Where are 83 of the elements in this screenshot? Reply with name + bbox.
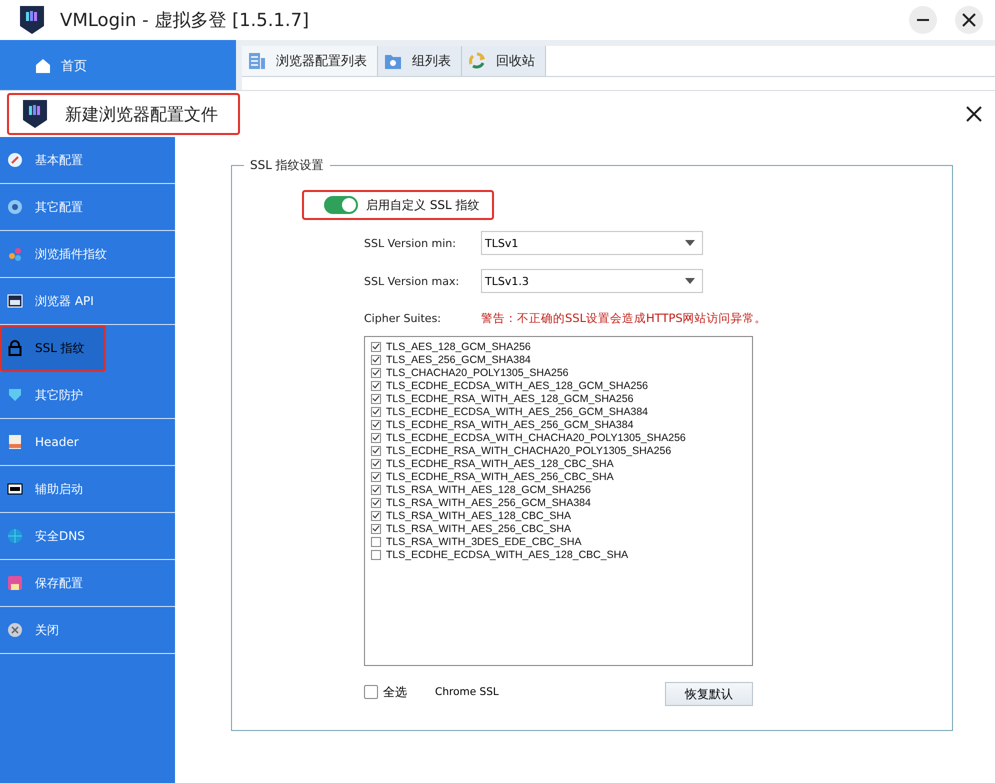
close-button[interactable]: [955, 6, 983, 34]
checkbox[interactable]: [371, 458, 381, 468]
minimize-button[interactable]: [909, 6, 937, 34]
checkbox[interactable]: [371, 342, 381, 352]
checkbox[interactable]: [371, 432, 381, 442]
field-label: SSL Version min:: [364, 236, 457, 250]
sidebar-item[interactable]: 浏览插件指纹: [0, 231, 175, 278]
group-title: SSL 指纹设置: [244, 157, 330, 174]
checkbox[interactable]: [371, 380, 381, 390]
shield-icon: [7, 387, 23, 403]
cipher-name: TLS_ECDHE_ECDSA_WITH_AES_256_GCM_SHA384: [386, 406, 648, 418]
shield-logo-icon: [18, 4, 46, 36]
checkbox-label: 全选: [383, 684, 407, 700]
cipher-name: TLS_RSA_WITH_AES_256_CBC_SHA: [386, 522, 571, 534]
cipher-name: TLS_ECDHE_RSA_WITH_AES_256_GCM_SHA384: [386, 418, 634, 430]
field-label: SSL Version max:: [364, 274, 460, 288]
padlock-icon: [7, 340, 23, 356]
sidebar-item[interactable]: 关闭: [0, 607, 175, 654]
warning-text: 警告：不正确的SSL设置会造成HTTPS网站访问异常。: [481, 311, 767, 326]
close-icon: [962, 13, 976, 27]
checkbox[interactable]: [371, 394, 381, 404]
globe-icon: [7, 528, 23, 544]
checkbox[interactable]: [371, 484, 381, 494]
tab[interactable]: 浏览器配置列表: [242, 46, 378, 76]
checkbox[interactable]: [371, 420, 381, 430]
sidebar-item[interactable]: 其它配置: [0, 184, 175, 231]
checkbox[interactable]: [371, 536, 381, 546]
cipher-name: TLS_AES_128_GCM_SHA256: [386, 340, 531, 352]
house-icon: [35, 58, 51, 74]
sidebar-item[interactable]: 保存配置: [0, 560, 175, 607]
checkbox[interactable]: [371, 498, 381, 508]
sidebar-item[interactable]: 安全DNS: [0, 513, 175, 560]
dialog-title: 新建浏览器配置文件: [65, 104, 218, 126]
close-circle-icon: [7, 622, 23, 638]
checkbox[interactable]: [371, 524, 381, 534]
checkbox[interactable]: [364, 685, 378, 699]
checkbox[interactable]: [371, 406, 381, 416]
list-icon: [248, 52, 266, 70]
cipher-name: TLS_ECDHE_ECDSA_WITH_AES_128_CBC_SHA: [386, 548, 628, 560]
home-nav-item[interactable]: 首页: [0, 40, 236, 75]
cipher-name: TLS_ECDHE_RSA_WITH_CHACHA20_POLY1305_SHA256: [386, 444, 672, 456]
window-title: VMLogin - 虚拟多登 [1.5.1.7]: [60, 9, 310, 32]
shield-logo-icon: [21, 98, 49, 130]
cipher-name: TLS_RSA_WITH_AES_128_CBC_SHA: [386, 510, 571, 522]
toggle-label: 启用自定义 SSL 指纹: [366, 196, 480, 214]
sidebar-item[interactable]: Header: [0, 419, 175, 466]
toggle-switch[interactable]: [324, 196, 358, 214]
sidebar-item[interactable]: 辅助启动: [0, 466, 175, 513]
version-dropdown[interactable]: TLSv1.3: [481, 269, 703, 293]
cipher-name: TLS_RSA_WITH_AES_128_GCM_SHA256: [386, 484, 591, 496]
field-label: Cipher Suites:: [364, 312, 442, 325]
cipher-name: TLS_AES_256_GCM_SHA384: [386, 354, 531, 366]
api-window-icon: [7, 293, 23, 309]
checkbox[interactable]: [371, 446, 381, 456]
cipher-name: TLS_ECDHE_ECDSA_WITH_CHACHA20_POLY1305_SHA256: [386, 432, 686, 444]
cipher-name: TLS_CHACHA20_POLY1305_SHA256: [386, 366, 568, 378]
cipher-name: TLS_ECDHE_RSA_WITH_AES_256_CBC_SHA: [386, 470, 614, 482]
cipher-name: TLS_RSA_WITH_AES_256_GCM_SHA384: [386, 496, 591, 508]
checkbox[interactable]: [371, 368, 381, 378]
tab[interactable]: 回收站: [462, 46, 546, 76]
tab[interactable]: 组列表: [378, 46, 462, 76]
sidebar-item[interactable]: SSL 指纹: [0, 325, 106, 372]
preset-label: Chrome SSL: [435, 686, 499, 698]
cmd-icon: [7, 481, 23, 497]
cipher-name: TLS_ECDHE_RSA_WITH_AES_128_GCM_SHA256: [386, 392, 634, 404]
cipher-name: TLS_ECDHE_ECDSA_WITH_AES_128_GCM_SHA256: [386, 380, 648, 392]
cipher-name: TLS_RSA_WITH_3DES_EDE_CBC_SHA: [386, 536, 582, 548]
recycle-icon: [468, 52, 486, 70]
sidebar-item[interactable]: 基本配置: [0, 137, 175, 184]
reset-button[interactable]: 恢复默认: [665, 682, 753, 706]
compass-icon: [7, 152, 23, 168]
close-icon: [966, 106, 982, 122]
caret-icon: [685, 278, 695, 284]
version-dropdown[interactable]: TLSv1: [481, 231, 703, 255]
checkbox[interactable]: [371, 472, 381, 482]
html-file-icon: [7, 434, 23, 450]
browser-icon: [7, 199, 23, 215]
checkbox[interactable]: [371, 550, 381, 560]
checkbox[interactable]: [371, 354, 381, 364]
sidebar-item[interactable]: 其它防护: [0, 372, 175, 419]
cipher-name: TLS_ECDHE_RSA_WITH_AES_128_CBC_SHA: [386, 458, 614, 470]
caret-icon: [685, 240, 695, 246]
checkbox[interactable]: [371, 510, 381, 520]
